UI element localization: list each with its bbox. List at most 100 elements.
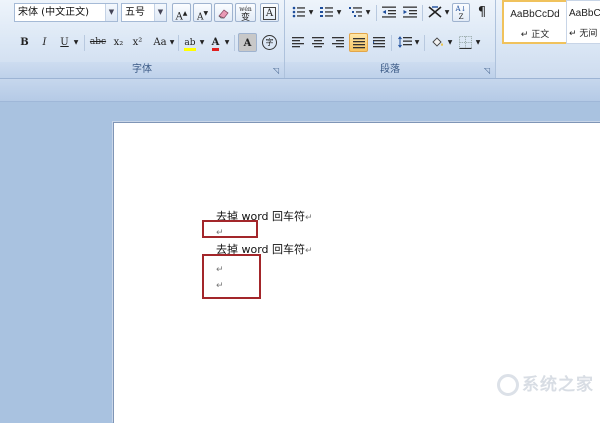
subscript-icon: x₂ xyxy=(113,37,124,48)
superscript-button[interactable]: x² xyxy=(129,33,146,52)
align-center-icon xyxy=(312,37,324,48)
chevron-down-icon: ▼ xyxy=(224,39,230,46)
phonetic-guide-button[interactable]: wén 变 xyxy=(235,3,256,23)
chevron-down-icon: ▼ xyxy=(475,39,481,46)
character-shading-icon: A xyxy=(243,38,252,49)
paint-bucket-icon xyxy=(432,37,443,47)
multilevel-list-dropdown[interactable]: ▼ xyxy=(364,3,372,22)
annotation-box xyxy=(202,254,261,299)
justify-icon xyxy=(352,38,365,49)
chevron-down-icon: ▼ xyxy=(308,9,314,16)
separator xyxy=(391,35,392,51)
align-center-button[interactable] xyxy=(309,33,327,52)
ribbon: 宋体 (中文正文) ▼ 五号 ▼ A▲ A▼ wén 变 A B I U ▼ a… xyxy=(0,0,600,79)
line-spacing-button[interactable] xyxy=(395,33,415,52)
borders-dropdown[interactable]: ▼ xyxy=(474,33,482,52)
align-right-button[interactable] xyxy=(329,33,347,52)
increase-indent-button[interactable] xyxy=(400,3,420,22)
italic-icon: I xyxy=(42,37,47,48)
chevron-down-icon: ▼ xyxy=(444,9,450,16)
change-case-dropdown[interactable]: ▼ xyxy=(168,33,176,52)
watermark-logo-icon xyxy=(497,374,519,396)
bullet-list-icon xyxy=(292,6,305,18)
underline-dropdown[interactable]: ▼ xyxy=(72,33,80,52)
superscript-icon: x² xyxy=(132,37,143,48)
style-normal-sample: AaBbCcDd xyxy=(510,9,560,20)
paragraph-mark-icon: ↵ xyxy=(305,213,313,223)
shading-dropdown[interactable]: ▼ xyxy=(446,33,454,52)
font-color-button[interactable]: A xyxy=(207,33,224,52)
shading-button[interactable] xyxy=(428,33,448,52)
watermark-text: 系统之家 xyxy=(522,375,594,395)
chevron-down-icon[interactable]: ▼ xyxy=(154,4,166,21)
paragraph-mark-icon: ↵ xyxy=(305,246,313,256)
chevron-down-icon: ▼ xyxy=(169,39,175,46)
character-shading-button[interactable]: A xyxy=(238,33,257,52)
align-left-button[interactable] xyxy=(289,33,307,52)
multilevel-list-button[interactable] xyxy=(346,3,366,22)
style-no-spacing[interactable]: AaBbC ↵ 无间 xyxy=(566,0,600,44)
separator xyxy=(178,35,179,51)
italic-button[interactable]: I xyxy=(36,33,53,52)
paragraph-dialog-launcher-icon[interactable]: ◹ xyxy=(484,67,492,75)
highlight-dropdown[interactable]: ▼ xyxy=(198,33,206,52)
borders-button[interactable] xyxy=(455,33,475,52)
clear-format-button[interactable] xyxy=(214,3,233,22)
paragraph-mark-icon: ¶ xyxy=(477,5,487,20)
style-normal-name: ↵ 正文 xyxy=(520,30,550,40)
increase-indent-icon xyxy=(403,6,417,18)
change-case-button[interactable]: Aa xyxy=(150,33,170,52)
font-size-combo[interactable]: 五号 ▼ xyxy=(121,3,167,22)
separator xyxy=(84,35,85,51)
strikethrough-icon: abc xyxy=(89,37,107,47)
chinese-layout-button[interactable] xyxy=(425,3,445,22)
styles-group: AaBbCcDd ↵ 正文 AaBbC ↵ 无间 xyxy=(496,0,600,78)
distributed-button[interactable] xyxy=(370,33,388,52)
borders-icon xyxy=(458,36,472,50)
style-no-spacing-name: ↵ 无间 xyxy=(569,29,598,39)
character-border-icon: A xyxy=(262,7,277,20)
paragraph-group: ▼ ▼ ▼ ▼ A↓ Z ¶ ▼ ▼ ▼ 段落 ◹ xyxy=(285,0,496,78)
shrink-font-button[interactable]: A▼ xyxy=(193,3,212,22)
ruler-bar xyxy=(0,79,600,102)
grow-font-button[interactable]: A▲ xyxy=(172,3,191,22)
font-size-value: 五号 xyxy=(125,7,145,18)
enclose-characters-button[interactable]: 字 xyxy=(260,33,279,52)
enclose-characters-icon: 字 xyxy=(262,35,277,50)
character-border-button[interactable]: A xyxy=(260,3,279,22)
font-group-label: 字体 xyxy=(0,62,284,78)
sort-button[interactable]: A↓ Z xyxy=(452,3,470,22)
highlight-button[interactable]: ab xyxy=(181,33,199,52)
bold-button[interactable]: B xyxy=(16,33,33,52)
change-case-icon: Aa xyxy=(153,37,167,48)
chinese-layout-dropdown[interactable]: ▼ xyxy=(443,3,451,22)
distributed-icon xyxy=(372,37,385,48)
font-dialog-launcher-icon[interactable]: ◹ xyxy=(273,67,281,75)
strikethrough-button[interactable]: abc xyxy=(88,33,108,52)
chevron-down-icon: ▼ xyxy=(447,39,453,46)
highlight-icon: ab xyxy=(184,38,196,51)
justify-button[interactable] xyxy=(349,33,368,52)
font-name-combo[interactable]: 宋体 (中文正文) ▼ xyxy=(14,3,118,22)
chevron-down-icon: ▼ xyxy=(73,39,79,46)
numbering-dropdown[interactable]: ▼ xyxy=(335,3,343,22)
separator xyxy=(234,35,235,51)
bullets-button[interactable] xyxy=(289,3,309,22)
chevron-down-icon: ▼ xyxy=(414,39,420,46)
underline-button[interactable]: U xyxy=(56,33,73,52)
numbering-button[interactable] xyxy=(317,3,337,22)
style-normal[interactable]: AaBbCcDd ↵ 正文 xyxy=(502,0,568,44)
decrease-indent-button[interactable] xyxy=(379,3,399,22)
bullets-dropdown[interactable]: ▼ xyxy=(307,3,315,22)
phonetic-char: 变 xyxy=(240,13,250,23)
watermark: 系统之家 xyxy=(497,370,594,396)
chevron-down-icon: ▼ xyxy=(336,9,342,16)
line-spacing-dropdown[interactable]: ▼ xyxy=(413,33,421,52)
chinese-layout-icon xyxy=(428,6,442,18)
font-group: 宋体 (中文正文) ▼ 五号 ▼ A▲ A▼ wén 变 A B I U ▼ a… xyxy=(0,0,285,78)
subscript-button[interactable]: x₂ xyxy=(110,33,127,52)
chevron-down-icon[interactable]: ▼ xyxy=(105,4,117,21)
numbered-list-icon xyxy=(320,7,333,17)
font-color-dropdown[interactable]: ▼ xyxy=(223,33,231,52)
show-formatting-marks-button[interactable]: ¶ xyxy=(473,3,491,22)
